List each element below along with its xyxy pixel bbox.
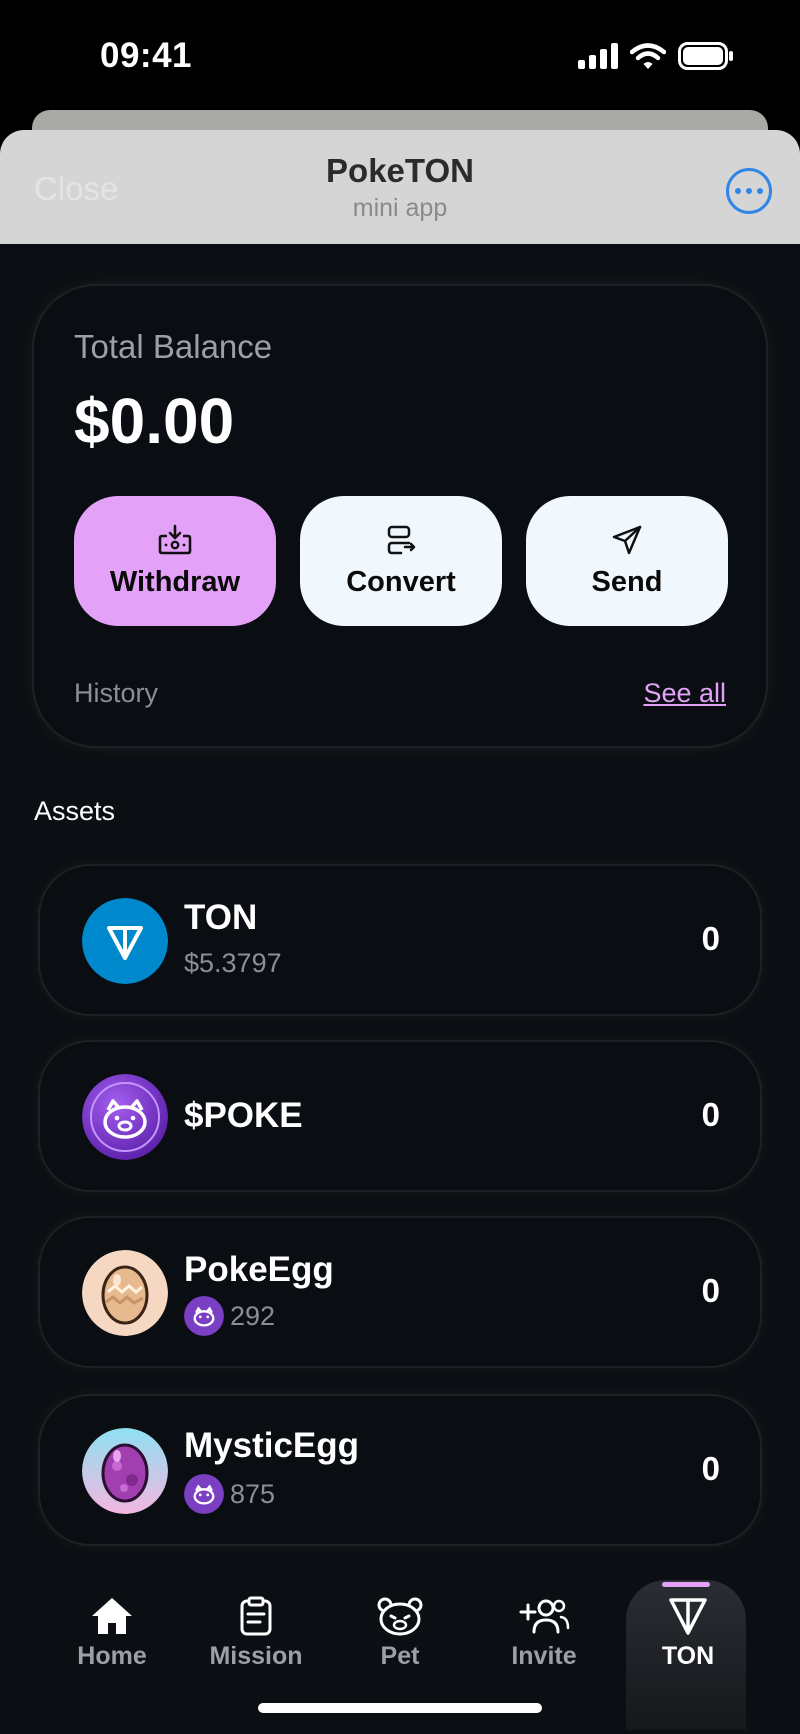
poke-icon <box>82 1074 168 1160</box>
nav-item-ton[interactable]: TON <box>618 1596 758 1671</box>
poke-egg-icon <box>82 1250 168 1336</box>
mystic-egg-icon <box>82 1428 168 1514</box>
withdraw-button[interactable]: Withdraw <box>74 496 276 626</box>
add-user-icon <box>519 1599 570 1634</box>
send-button[interactable]: Send <box>526 496 728 626</box>
asset-row-ton[interactable]: TON $5.3797 0 <box>38 864 762 1016</box>
convert-icon <box>387 525 416 554</box>
balance-label: Total Balance <box>74 328 273 365</box>
more-icon-dot <box>757 188 763 194</box>
withdraw-label: Withdraw <box>109 565 241 598</box>
clipboard-icon <box>240 1596 272 1636</box>
nav-item-pet[interactable]: Pet <box>330 1596 470 1671</box>
history-label: History <box>74 678 159 708</box>
nav-item-home[interactable]: Home <box>42 1596 182 1671</box>
see-all-link[interactable]: See all <box>643 678 726 709</box>
asset-name: TON <box>184 898 258 937</box>
assets-title: Assets <box>34 796 116 826</box>
ton-icon <box>82 898 168 984</box>
send-label: Send <box>591 565 663 598</box>
signal-icon <box>578 43 618 69</box>
asset-row-poke[interactable]: $POKE 0 <box>38 1040 762 1192</box>
asset-name: PokeEgg <box>184 1250 334 1289</box>
asset-price: $5.3797 <box>184 948 282 978</box>
asset-name: MysticEgg <box>184 1426 360 1465</box>
withdraw-icon <box>158 524 192 554</box>
wifi-icon <box>630 43 666 69</box>
asset-amount: 0 <box>701 1450 720 1487</box>
balance-card: Total Balance $0.00 Withdraw Convert Sen… <box>32 284 768 748</box>
nav-label: Mission <box>209 1642 303 1670</box>
nav-item-invite[interactable]: Invite <box>474 1596 614 1671</box>
nav-label: Home <box>77 1642 147 1670</box>
main-content: Total Balance $0.00 Withdraw Convert Sen… <box>0 244 800 1734</box>
nav-label: TON <box>661 1642 715 1670</box>
battery-icon <box>678 42 733 70</box>
send-icon <box>612 525 642 554</box>
ton-icon <box>669 1598 707 1635</box>
bear-icon <box>377 1597 423 1636</box>
home-indicator[interactable] <box>258 1703 542 1713</box>
mini-app-header: Close PokeTON mini app <box>0 130 800 244</box>
asset-row-mystic-egg[interactable]: MysticEgg 875 0 <box>38 1394 762 1546</box>
status-time: 09:41 <box>100 36 193 75</box>
asset-row-poke-egg[interactable]: PokeEgg 292 0 <box>38 1216 762 1368</box>
nav-label: Invite <box>511 1642 577 1670</box>
asset-amount: 0 <box>701 1272 720 1309</box>
home-icon <box>92 1598 132 1634</box>
poke-coin-icon <box>184 1296 224 1336</box>
nav-label: Pet <box>380 1642 420 1670</box>
asset-amount: 0 <box>701 920 720 957</box>
more-icon-dot <box>735 188 741 194</box>
convert-button[interactable]: Convert <box>300 496 502 626</box>
convert-label: Convert <box>346 565 456 598</box>
more-options-button[interactable] <box>726 168 772 214</box>
nav-item-mission[interactable]: Mission <box>186 1596 326 1671</box>
asset-price: 875 <box>184 1474 275 1514</box>
asset-name: $POKE <box>184 1096 303 1135</box>
app-title: PokeTON <box>326 152 474 189</box>
app-subtitle: mini app <box>352 194 448 222</box>
balance-amount: $0.00 <box>74 385 235 457</box>
status-bar: 09:41 <box>0 0 800 110</box>
asset-price: 292 <box>184 1296 275 1336</box>
more-icon-dot <box>746 188 752 194</box>
poke-price: 292 <box>230 1300 276 1331</box>
status-icons <box>578 42 734 70</box>
nav-active-indicator <box>662 1582 710 1587</box>
poke-coin-icon <box>184 1474 224 1514</box>
asset-amount: 0 <box>701 1096 720 1133</box>
poke-price: 875 <box>230 1478 276 1509</box>
